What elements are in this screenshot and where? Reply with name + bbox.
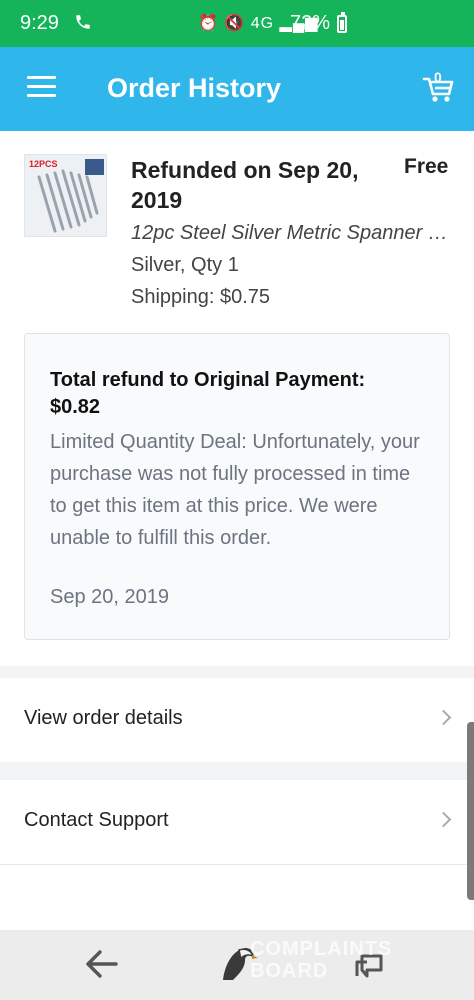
app-bar: Order History 0: [0, 47, 474, 131]
order-status: Refunded on Sep 20, 2019: [131, 157, 359, 213]
complaintsboard-watermark: COMPLAINTS BOARD: [250, 938, 393, 982]
refund-amount: $0.82: [50, 396, 101, 418]
contact-support-row[interactable]: Contact Support: [0, 780, 474, 865]
refund-date: Sep 20, 2019: [50, 586, 169, 608]
cart-count-badge: 0: [434, 69, 442, 85]
chevron-right-icon: [435, 811, 452, 828]
scrollbar[interactable]: [467, 722, 474, 900]
shipping-cost: Shipping: $0.75: [131, 286, 271, 308]
refund-message: Limited Quantity Deal: Unfortunately, yo…: [50, 431, 420, 549]
phone-icon: [76, 15, 90, 29]
section-divider: [0, 666, 474, 678]
product-thumbnail[interactable]: 12PCS: [24, 154, 107, 237]
chevron-right-icon: [435, 709, 452, 726]
status-time: 9:29: [20, 12, 59, 34]
refund-card: Total refund to Original Payment: $0.82 …: [24, 333, 450, 640]
product-variant: Silver, Qty 1: [131, 254, 239, 276]
status-bar: 9:29 ⏰ 🔇 4G ▂▄▆ 72%: [0, 0, 474, 47]
contact-support-label: Contact Support: [24, 809, 169, 831]
view-order-details-row[interactable]: View order details: [0, 678, 474, 763]
page-title: Order History: [107, 73, 282, 103]
refund-title: Total refund to Original Payment:: [50, 369, 366, 391]
menu-icon[interactable]: [27, 76, 56, 100]
product-name[interactable]: 12pc Steel Silver Metric Spanner Set: [131, 222, 449, 245]
battery-icon: [337, 12, 347, 33]
section-divider: [0, 762, 474, 780]
battery-percent: 72%: [290, 12, 331, 34]
view-order-details-label: View order details: [24, 707, 183, 729]
price-tag: Free: [404, 155, 449, 178]
system-nav-bar: COMPLAINTS BOARD: [0, 930, 474, 1000]
back-icon[interactable]: [84, 948, 120, 980]
thumbnail-badge: 12PCS: [29, 159, 58, 169]
